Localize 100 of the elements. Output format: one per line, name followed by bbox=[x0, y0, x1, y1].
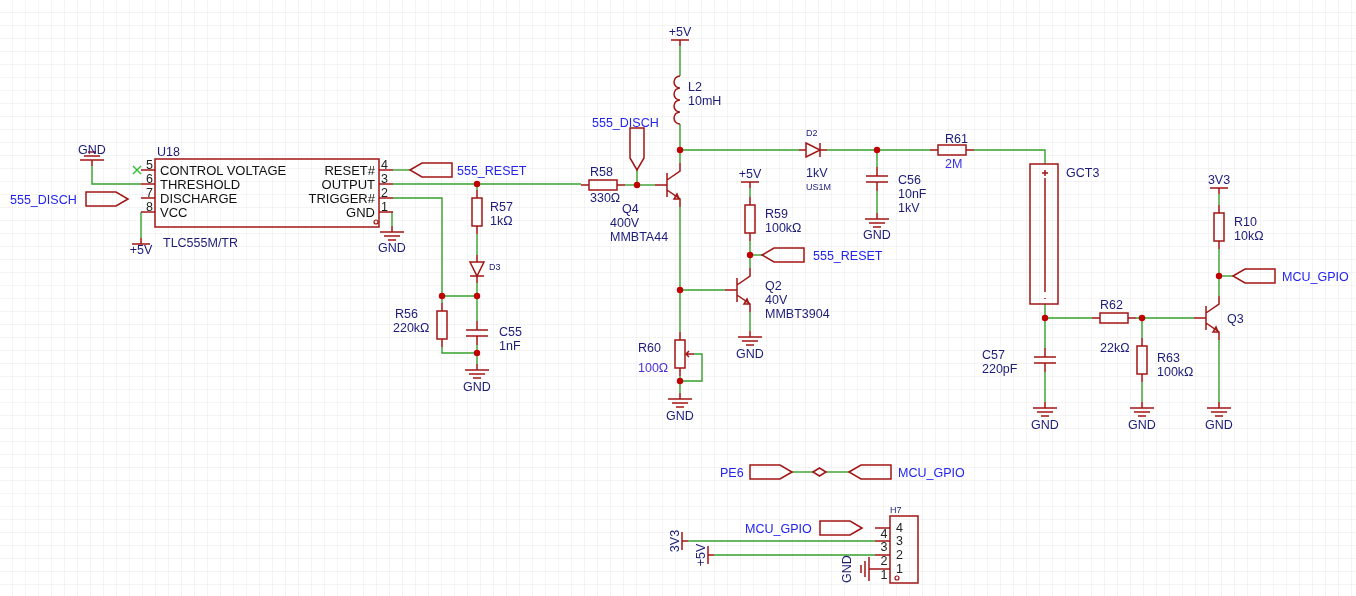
wire bbox=[91, 165, 142, 185]
part-number: TLC555M/TR bbox=[163, 236, 239, 250]
net-label-flag bbox=[847, 464, 892, 480]
component-designator: L2 bbox=[688, 80, 702, 94]
component-designator: Q4 bbox=[622, 202, 639, 216]
component-designator: R61 bbox=[945, 132, 968, 146]
pin-name: OUTPUT bbox=[321, 177, 375, 192]
component-value: MMBTA44 bbox=[610, 230, 669, 244]
ground-symbol bbox=[464, 363, 490, 379]
power-label: GND bbox=[666, 409, 694, 423]
component-designator: R57 bbox=[490, 200, 513, 214]
component-value: 1kV bbox=[898, 201, 920, 215]
ground-symbol bbox=[1206, 401, 1232, 417]
component-value: 100kΩ bbox=[1157, 365, 1194, 379]
junction-dot bbox=[1041, 314, 1049, 322]
ground-symbol bbox=[379, 225, 405, 241]
pin-name: CONTROL VOLTAGE bbox=[160, 163, 287, 178]
component-designator: C57 bbox=[982, 348, 1005, 362]
component-designator: R56 bbox=[395, 307, 418, 321]
power-rail-symbol bbox=[681, 531, 689, 551]
diode-symbol bbox=[468, 254, 486, 284]
transistor-symbol bbox=[724, 267, 751, 313]
resistor-symbol bbox=[1213, 204, 1225, 250]
power-label: +5V bbox=[668, 25, 692, 39]
component-designator: R59 bbox=[765, 207, 788, 221]
power-rail-symbol bbox=[1209, 187, 1229, 195]
component-designator: Q3 bbox=[1227, 312, 1244, 326]
junction-dot bbox=[633, 181, 641, 189]
net-label: MCU_GPIO bbox=[1282, 270, 1349, 284]
component-value: 220pF bbox=[982, 362, 1018, 376]
resistor-symbol bbox=[929, 144, 975, 156]
wire bbox=[791, 471, 814, 473]
component-value: 2M bbox=[945, 157, 963, 171]
component-designator: R58 bbox=[590, 165, 613, 179]
junction-dot bbox=[1138, 314, 1146, 322]
junction-dot bbox=[473, 292, 481, 300]
junction-dot bbox=[873, 146, 881, 154]
component-designator: Q2 bbox=[765, 279, 782, 293]
ground-symbol bbox=[1129, 401, 1155, 417]
transistor-symbol bbox=[654, 162, 681, 208]
component-designator: R63 bbox=[1157, 351, 1180, 365]
component-value: 40V bbox=[765, 293, 788, 307]
pin-name: THRESHOLD bbox=[160, 177, 241, 192]
component-value: 220kΩ bbox=[393, 321, 430, 335]
component-value: 10nF bbox=[898, 187, 927, 201]
junction-dot bbox=[746, 251, 754, 259]
wire bbox=[876, 190, 878, 214]
pin-name: DISCHARGE bbox=[160, 191, 238, 206]
pin-number: 8 bbox=[146, 200, 153, 214]
ground-symbol bbox=[860, 556, 876, 582]
net-label: PE6 bbox=[720, 466, 744, 480]
component-designator: R10 bbox=[1234, 215, 1257, 229]
transistor-symbol bbox=[1193, 295, 1220, 341]
component-designator: R60 bbox=[638, 341, 661, 355]
power-label: GND bbox=[863, 228, 891, 242]
component-value: 100Ω bbox=[638, 361, 669, 375]
resistor-symbol bbox=[744, 196, 756, 242]
pin-number: 2 bbox=[381, 186, 388, 200]
ground-symbol bbox=[864, 212, 890, 228]
wire bbox=[392, 169, 411, 171]
ground-symbol bbox=[667, 392, 693, 408]
component-designator: D2 bbox=[806, 128, 818, 138]
resistor-symbol bbox=[580, 179, 626, 191]
resistor-symbol bbox=[471, 189, 483, 235]
wire bbox=[749, 187, 751, 198]
pin-name: RESET# bbox=[324, 163, 375, 178]
wire bbox=[679, 45, 681, 77]
capacitor-symbol bbox=[1033, 347, 1057, 373]
wire bbox=[476, 233, 478, 256]
ground-symbol bbox=[737, 330, 763, 346]
inductor-symbol bbox=[673, 75, 681, 125]
power-label: GND bbox=[736, 347, 764, 361]
power-label: GND bbox=[840, 555, 854, 583]
component-designator: C56 bbox=[898, 173, 921, 187]
pin-number: 2 bbox=[896, 548, 903, 562]
resistor-symbol bbox=[436, 302, 448, 348]
connector-symbol bbox=[874, 515, 919, 584]
net-label-flag bbox=[408, 162, 453, 178]
pin-name: GND bbox=[346, 205, 375, 220]
net-tie-icon bbox=[811, 467, 828, 477]
diode-symbol bbox=[798, 141, 828, 159]
net-label-flag bbox=[1231, 268, 1276, 284]
ground-symbol bbox=[1032, 401, 1058, 417]
power-label: +5V bbox=[738, 167, 762, 181]
power-label: GND bbox=[1031, 418, 1059, 432]
junction-dot bbox=[676, 286, 684, 294]
component-designator: H7 bbox=[890, 505, 902, 515]
net-label: 555_RESET bbox=[457, 164, 527, 178]
power-label: 3V3 bbox=[1207, 173, 1231, 187]
component-value: 22kΩ bbox=[1100, 341, 1130, 355]
pin-number: 4 bbox=[896, 521, 903, 535]
capacitor-symbol bbox=[465, 320, 489, 346]
pin-number: 1 bbox=[880, 568, 888, 582]
pin-marker-icon bbox=[894, 575, 900, 581]
net-label: MCU_GPIO bbox=[745, 522, 812, 536]
pin-number: 5 bbox=[146, 158, 153, 172]
pin-number: 1 bbox=[896, 562, 903, 576]
pin-number: 7 bbox=[146, 186, 153, 200]
power-label: GND bbox=[1128, 418, 1156, 432]
component-value: MMBT3904 bbox=[765, 307, 830, 321]
